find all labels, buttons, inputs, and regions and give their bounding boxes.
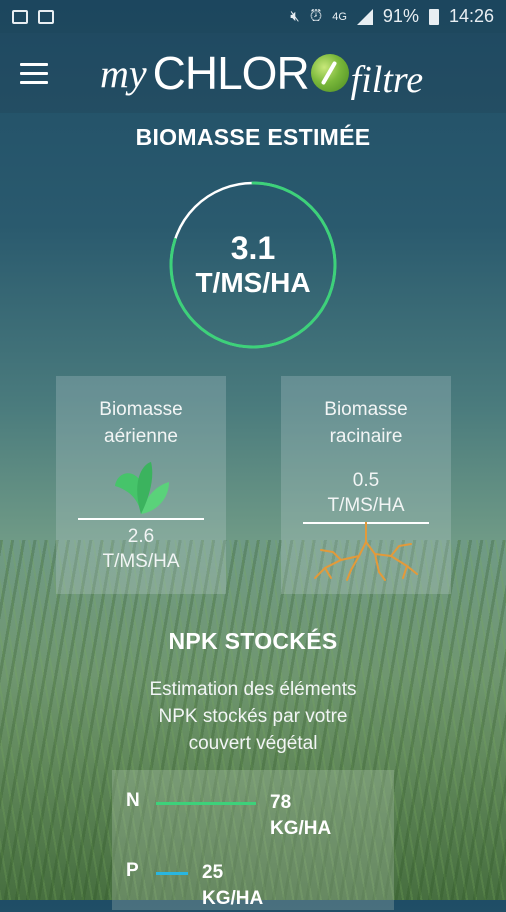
biomasse-total-unit: T/MS/HA (195, 267, 311, 298)
mute-icon: 🔇︎ (290, 8, 300, 25)
npk-description-line3: couvert végétal (188, 733, 318, 754)
npk-n-value-number: 78 (270, 792, 292, 813)
card-aerienne-value: 2.6 T/MS/HA (56, 524, 226, 574)
status-bar: 🔇︎ ⏰︎ 4G 91% 14:26 (0, 0, 506, 33)
npk-p-bar (156, 872, 188, 875)
battery-level: 91% (382, 6, 419, 26)
card-aerienne-value-number: 2.6 (127, 526, 155, 547)
app-logo: my CHLOR filtre (100, 43, 423, 103)
npk-p-letter: P (126, 860, 139, 881)
card-biomasse-racinaire[interactable]: Biomasse racinaire 0.5 T/MS/HA (281, 376, 451, 594)
leaf-icon (115, 462, 169, 514)
alarm-icon: ⏰︎ (309, 7, 323, 25)
npk-n-value-unit: KG/HA (270, 818, 332, 839)
npk-description: Estimation des éléments NPK stockés par … (0, 676, 506, 757)
clock: 14:26 (448, 6, 494, 26)
app-bar: my CHLOR filtre (0, 33, 506, 113)
card-racinaire-value-number: 0.5 (352, 470, 380, 491)
npk-n-bar (156, 802, 256, 805)
gallery-notification-icon (12, 9, 28, 24)
logo-brand: CHLOR (152, 47, 310, 99)
hamburger-menu-icon[interactable] (20, 63, 48, 84)
npk-title: NPK STOCKÉS (168, 628, 338, 654)
card-racinaire-title-line1: Biomasse (324, 399, 408, 420)
card-biomasse-aerienne[interactable]: Biomasse aérienne 2.6 T/MS/HA (56, 376, 226, 594)
signal-icon (356, 8, 373, 25)
npk-row-n: N 78 KG/HA (126, 790, 331, 842)
logo-leaf-ball-icon (310, 54, 349, 92)
npk-p-value-unit: KG/HA (202, 888, 264, 909)
npk-p-value-number: 25 (202, 862, 224, 883)
card-racinaire-title: Biomasse racinaire (281, 396, 451, 450)
card-aerienne-title: Biomasse aérienne (56, 396, 226, 450)
npk-n-letter: N (126, 790, 140, 811)
npk-p-value: 25 KG/HA (202, 860, 263, 912)
logo-my: my (100, 50, 147, 96)
card-racinaire-value-unit: T/MS/HA (327, 495, 405, 516)
card-racinaire-title-line2: racinaire (329, 426, 403, 447)
logo-suffix: filtre (350, 59, 424, 101)
card-aerienne-title-line2: aérienne (104, 426, 178, 447)
npk-n-value: 78 KG/HA (270, 790, 331, 842)
card-aerienne-title-line1: Biomasse (99, 399, 183, 420)
npk-panel: N 78 KG/HA P 25 KG/HA (112, 770, 394, 910)
network-type: 4G (332, 10, 347, 23)
biomasse-title: BIOMASSE ESTIMÉE (135, 124, 371, 150)
card-aerienne-divider (78, 518, 204, 520)
npk-description-line2: NPK stockés par votre (158, 706, 348, 727)
card-racinaire-value: 0.5 T/MS/HA (281, 468, 451, 518)
npk-row-p: P 25 KG/HA (126, 860, 263, 912)
camera-notification-icon (38, 9, 54, 24)
npk-description-line1: Estimation des éléments (149, 679, 357, 700)
card-aerienne-value-unit: T/MS/HA (102, 551, 180, 572)
roots-icon (314, 522, 418, 581)
battery-icon (428, 8, 439, 25)
biomasse-total: 3.1 T/MS/HA (168, 180, 338, 350)
biomasse-total-value: 3.1 (230, 230, 276, 266)
